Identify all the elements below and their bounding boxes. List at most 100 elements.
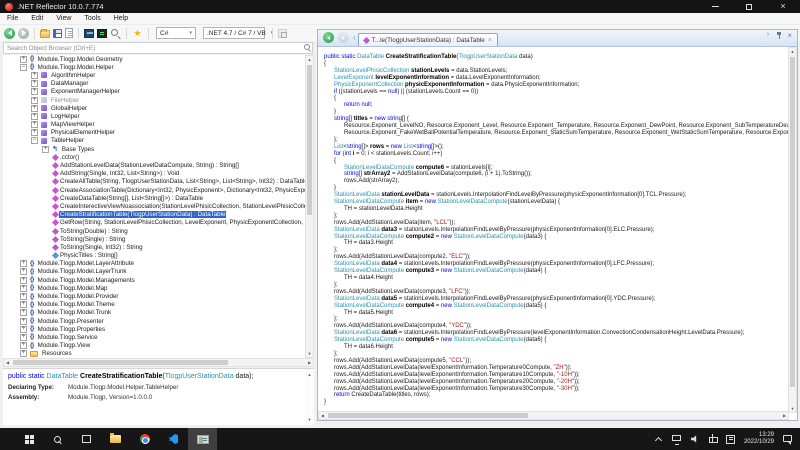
tree-item[interactable]: +{}Module.Tlogp.View: [3, 342, 305, 350]
scroll-thumb[interactable]: [328, 413, 528, 418]
tree-item[interactable]: +{}Module.Tlogp.Model.Map: [3, 284, 305, 292]
tree-expander[interactable]: +: [20, 293, 27, 300]
scroll-up-icon[interactable]: ▲: [789, 48, 796, 55]
tree-item[interactable]: CreateAssociationTable(Dictionary<Int32,…: [3, 186, 305, 194]
taskbar-vscode-button[interactable]: [159, 428, 188, 450]
tree-item[interactable]: +{}Module.Tlogp.Properties: [3, 325, 305, 333]
code-line[interactable]: for (int i = 0; i < stationLevels.Count;…: [318, 151, 788, 158]
code-line[interactable]: PhysicExponentCollection physicExponentI…: [318, 82, 788, 89]
code-line[interactable]: };: [318, 282, 788, 289]
assembly-viewer-button[interactable]: [84, 29, 94, 38]
tree-expander[interactable]: −: [31, 137, 38, 144]
tree-item[interactable]: GetRow(String, StationLevelPhisicCollect…: [3, 219, 305, 227]
scroll-up-icon[interactable]: ▲: [306, 56, 313, 63]
code-line[interactable]: TH = data5.Height: [318, 310, 788, 317]
tree-item[interactable]: ToString(Single, Int32) : String: [3, 243, 305, 251]
taskbar-reflector-button[interactable]: [188, 428, 217, 450]
tree-item[interactable]: −{}Module.Tlogp.Model.Helper: [3, 63, 305, 71]
tree-expander[interactable]: +: [20, 309, 27, 316]
tree-expander[interactable]: −: [20, 64, 27, 71]
code-line[interactable]: rows.Add(AddStationLevelData(levelExpone…: [318, 386, 788, 393]
panel-close-icon[interactable]: ×: [787, 31, 792, 40]
code-line[interactable]: string[] strArray2 = AddStationLevelData…: [318, 171, 788, 178]
code-line[interactable]: Resource.Exponent_LevelNO, Resource.Expo…: [318, 123, 788, 130]
scroll-thumb[interactable]: [307, 65, 312, 215]
code-line[interactable]: TH = stationLevelData.Height: [318, 206, 788, 213]
tray-chevron-up-button[interactable]: [654, 434, 664, 444]
scroll-down-icon[interactable]: ▼: [306, 350, 313, 357]
tree-item[interactable]: +DataManager: [3, 80, 305, 88]
framework-select[interactable]: .NET 4.7 / C# 7 / VB▾: [203, 27, 265, 39]
code-line[interactable]: StationLevelDataCompute compute3 = new S…: [318, 268, 788, 275]
code-line[interactable]: StationLevelData data3 = stationLevels.I…: [318, 227, 788, 234]
tree-vertical-scrollbar[interactable]: ▲ ▼: [305, 55, 314, 358]
scroll-down-icon[interactable]: ▼: [789, 405, 796, 412]
code-line[interactable]: {: [318, 158, 788, 165]
code-line[interactable]: Resource.Exponent_FakeWetBallPotentialTe…: [318, 130, 788, 137]
tree-item[interactable]: .cctor(): [3, 153, 305, 161]
menu-item-view[interactable]: View: [56, 15, 71, 22]
scroll-right-icon[interactable]: ▶: [306, 359, 313, 366]
navigate-back-button[interactable]: [323, 32, 334, 43]
tray-ime-mode-button[interactable]: [726, 434, 736, 444]
code-line[interactable]: }: [318, 399, 788, 406]
tree-item[interactable]: CreateDataTable(String[], List<String[]>…: [3, 194, 305, 202]
tree-expander[interactable]: +: [31, 105, 38, 112]
code-line[interactable]: StationLevelData stationLevelData = stat…: [318, 192, 788, 199]
code-line[interactable]: rows.Add(strArray2);: [318, 178, 788, 185]
tab-close-icon[interactable]: ×: [488, 37, 492, 44]
tree-expander[interactable]: +: [20, 342, 27, 349]
tray-monitor-button[interactable]: [672, 434, 682, 444]
tree-horizontal-scrollbar[interactable]: ◀ ▶: [3, 358, 314, 367]
tree-item[interactable]: +Resources: [3, 350, 305, 358]
menu-item-help[interactable]: Help: [114, 15, 128, 22]
code-line[interactable]: rows.Add(AddStationLevelData(levelExpone…: [318, 379, 788, 386]
code-line[interactable]: };: [318, 137, 788, 144]
tree-item[interactable]: CreateInterectiveViewNoassociation(Stati…: [3, 202, 305, 210]
tree-expander[interactable]: +: [31, 113, 38, 120]
code-line[interactable]: TH = data6.Height: [318, 344, 788, 351]
tree-expander[interactable]: +: [31, 97, 38, 104]
tree-expander[interactable]: +: [20, 268, 27, 275]
code-line[interactable]: }: [318, 185, 788, 192]
scroll-left-icon[interactable]: ◀: [4, 359, 11, 366]
tree-item[interactable]: +PhysicalElementHelper: [3, 129, 305, 137]
back-button[interactable]: [4, 28, 15, 39]
notification-center-button[interactable]: [782, 434, 792, 444]
forward-button[interactable]: [18, 28, 29, 39]
tree-item[interactable]: +↰Base Types: [3, 145, 305, 153]
tray-ime-zh-button[interactable]: [708, 434, 718, 444]
tree-item[interactable]: +{}Module.Tlogp.Model.LayerTrunk: [3, 268, 305, 276]
tree-item[interactable]: +{}Module.Tlogp.Service: [3, 333, 305, 341]
code-line[interactable]: StationLevelDataCompute item = new Stati…: [318, 199, 788, 206]
tree-item[interactable]: ToString(Double) : String: [3, 227, 305, 235]
tree-expander[interactable]: +: [20, 260, 27, 267]
code-line[interactable]: }: [318, 109, 788, 116]
code-vertical-scrollbar[interactable]: ▲ ▼: [788, 47, 797, 413]
save-button[interactable]: [53, 29, 62, 38]
tree-expander[interactable]: +: [20, 334, 27, 341]
code-line[interactable]: {: [318, 61, 788, 68]
tree-item[interactable]: ToString(Single) : String: [3, 235, 305, 243]
tree-item[interactable]: +AlgorithmHelper: [3, 71, 305, 79]
tree-expander[interactable]: +: [31, 129, 38, 136]
tree-expander[interactable]: +: [20, 56, 27, 63]
tray-volume-button[interactable]: [690, 434, 700, 444]
code-line[interactable]: StationLevelDataCompute compute2 = new S…: [318, 234, 788, 241]
tree-item[interactable]: AddString(Single, Int32, List<String>) :…: [3, 170, 305, 178]
tree-expander[interactable]: +: [20, 301, 27, 308]
tree-expander[interactable]: +: [42, 146, 49, 153]
code-line[interactable]: rows.Add(AddStationLevelData(compute4, "…: [318, 323, 788, 330]
scroll-thumb[interactable]: [13, 360, 228, 365]
tree-item[interactable]: −TableHelper: [3, 137, 305, 145]
code-line[interactable]: rows.Add(AddStationLevelData(compute5, "…: [318, 358, 788, 365]
tree-expander[interactable]: +: [20, 318, 27, 325]
scroll-thumb[interactable]: [790, 57, 795, 387]
attach-button[interactable]: [278, 29, 287, 38]
code-line[interactable]: rows.Add(AddStationLevelData(compute3, "…: [318, 289, 788, 296]
code-line[interactable]: StationLevelData data4 = stationLevels.I…: [318, 261, 788, 268]
code-line[interactable]: StationLevelData data5 = stationLevels.I…: [318, 296, 788, 303]
tree-item[interactable]: +LogHelper: [3, 112, 305, 120]
details-scrollbar[interactable]: ▲ ▼: [305, 369, 314, 425]
document-button[interactable]: [65, 28, 73, 38]
